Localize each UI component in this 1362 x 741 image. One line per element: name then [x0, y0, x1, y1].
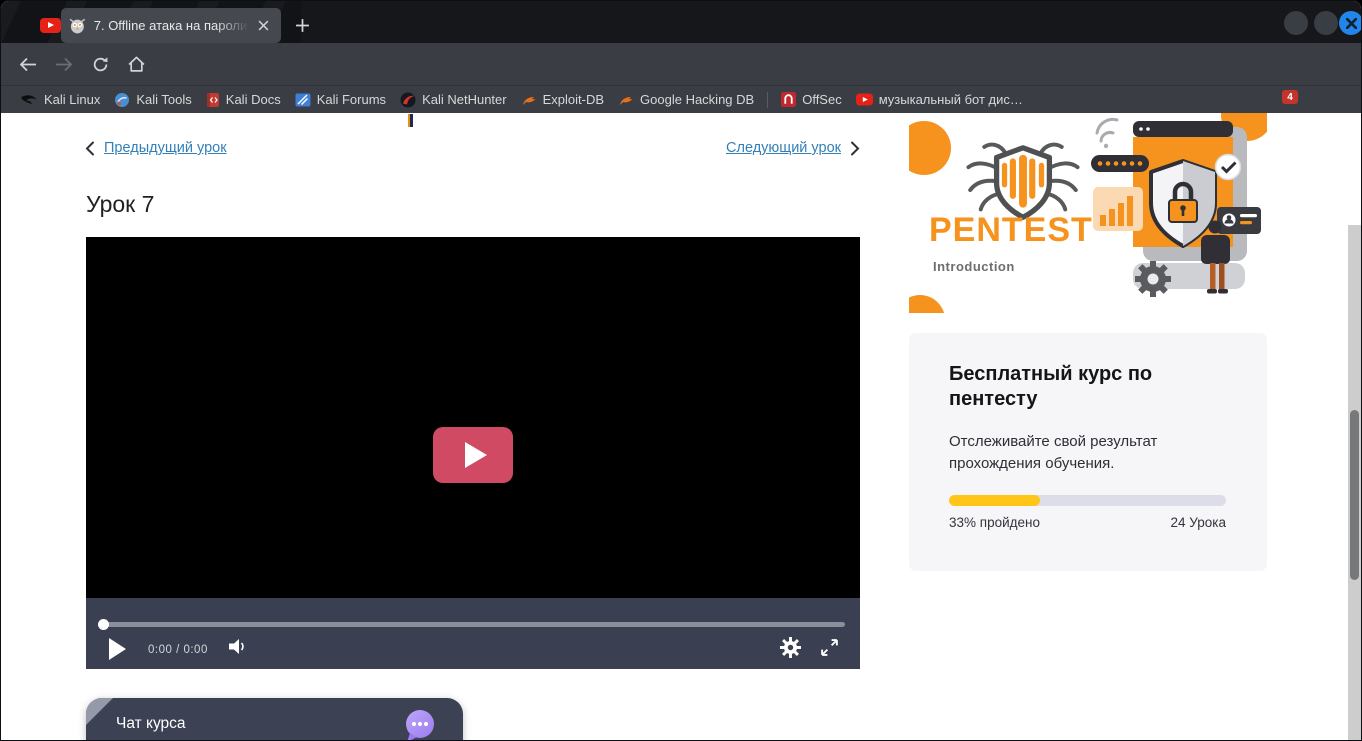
decor-circle [909, 295, 945, 313]
video-fullscreen-button[interactable] [820, 638, 839, 662]
extension-badge: 4 [1282, 90, 1298, 104]
video-big-play-button[interactable] [433, 427, 513, 483]
tab-close-button[interactable] [253, 16, 273, 36]
forward-button[interactable] [50, 50, 78, 78]
bookmark-label: Exploit-DB [543, 92, 604, 107]
course-promo-image: PENTEST Introduction [909, 113, 1267, 313]
cutoff-heading-fragment [408, 114, 413, 127]
video-play-button[interactable] [109, 638, 129, 660]
back-arrow-icon [19, 57, 37, 72]
course-card-title: Бесплатный курс по пентесту [949, 362, 1239, 412]
lessons-count-label: 24 Урока [1171, 515, 1226, 530]
bookmark-kali-docs[interactable]: Kali Docs [199, 89, 288, 111]
new-tab-button[interactable] [289, 12, 315, 38]
kali-docs-icon [206, 92, 220, 108]
ghdb-bird-icon [618, 93, 634, 107]
video-time-display: 0:00 / 0:00 [148, 644, 208, 656]
youtube-icon [856, 93, 873, 106]
bookmark-google-hacking-db[interactable]: Google Hacking DB [611, 89, 761, 110]
forward-arrow-icon [55, 57, 73, 72]
video-area[interactable] [86, 237, 860, 598]
progress-percent-label: 33% пройдено [949, 515, 1040, 530]
tab-active[interactable]: 7. Offline атака на пароли [61, 8, 281, 43]
settings-gear-icon [780, 637, 801, 658]
page-scrollbar-thumb[interactable] [1350, 410, 1359, 580]
video-seek-handle[interactable] [98, 619, 109, 630]
chevron-left-icon [85, 141, 95, 156]
volume-icon [229, 638, 249, 655]
reload-icon [92, 56, 109, 73]
next-lesson-link[interactable]: Следующий урок [726, 140, 860, 156]
previous-lesson-link[interactable]: Предыдущий урок [85, 140, 227, 156]
codeby-owl-favicon-icon [69, 17, 86, 34]
video-controls-bar: 0:00 / 0:00 [86, 598, 860, 669]
window-maximize-button[interactable] [1314, 11, 1338, 35]
kali-dragon-icon [20, 93, 38, 106]
promo-brand-title: PENTEST [929, 211, 1093, 250]
chat-title: Чат курса [116, 715, 186, 733]
security-illustration [1091, 115, 1267, 311]
video-player: 0:00 / 0:00 [86, 237, 860, 669]
bookmark-label: Kali Docs [226, 92, 281, 107]
fullscreen-icon [820, 638, 839, 657]
tab-bar: 7. Offline атака на пароли [1, 1, 1362, 43]
bookmark-kali-tools[interactable]: Kali Tools [107, 89, 198, 111]
close-icon [258, 20, 269, 31]
course-progress-card: Бесплатный курс по пентесту Отслеживайте… [909, 333, 1267, 571]
window-minimize-button[interactable] [1284, 11, 1308, 35]
promo-subtitle: Introduction [933, 259, 1015, 274]
home-icon [128, 56, 145, 72]
offsec-icon [781, 92, 796, 107]
bookmark-kali-forums[interactable]: Kali Forums [288, 89, 393, 111]
back-button[interactable] [14, 50, 42, 78]
navigation-toolbar: https://codeby.school/training/view/urok… [1, 43, 1362, 85]
bookmark-label: Kali Forums [317, 92, 386, 107]
reload-button[interactable] [86, 50, 114, 78]
bookmark-label: Kali Tools [136, 92, 191, 107]
lesson-title: Урок 7 [86, 191, 154, 218]
video-volume-button[interactable] [229, 638, 249, 660]
chevron-right-icon [850, 141, 860, 156]
video-seek-bar[interactable] [101, 622, 845, 627]
next-lesson-label: Следующий урок [726, 140, 841, 156]
kali-nethunter-icon [400, 92, 416, 108]
tab-title: 7. Offline атака на пароли [94, 18, 250, 33]
course-progress-bar [949, 495, 1226, 506]
bookmark-offsec[interactable]: OffSec [774, 89, 849, 110]
chat-corner-fold [86, 698, 113, 725]
chat-bubble-icon[interactable] [403, 709, 437, 741]
close-icon [1346, 18, 1357, 29]
bookmark-label: музыкальный бот дис… [879, 92, 1023, 107]
page-content: Предыдущий урок Следующий урок Урок 7 0:… [1, 113, 1362, 741]
bookmark-label: OffSec [802, 92, 842, 107]
exploit-db-bird-icon [521, 93, 537, 107]
page-scrollbar-track[interactable] [1348, 225, 1361, 741]
course-chat-widget[interactable]: Чат курса [86, 698, 463, 741]
bookmark-label: Kali Linux [44, 92, 100, 107]
youtube-icon [40, 18, 61, 33]
bookmark-label: Kali NetHunter [422, 92, 507, 107]
pinned-tab-youtube[interactable] [37, 16, 63, 34]
video-settings-button[interactable] [780, 637, 801, 663]
course-card-description: Отслеживайте свой результат прохождения … [949, 431, 1229, 475]
kali-forums-icon [295, 92, 311, 108]
bookmark-music-bot[interactable]: музыкальный бот дис… [849, 89, 1030, 110]
bookmark-label: Google Hacking DB [640, 92, 754, 107]
home-button[interactable] [122, 50, 150, 78]
previous-lesson-label: Предыдущий урок [104, 140, 227, 156]
bookmark-kali-linux[interactable]: Kali Linux [13, 89, 107, 110]
bookmarks-separator [767, 92, 768, 108]
course-progress-fill [949, 495, 1040, 506]
decor-circle [909, 121, 951, 175]
bookmark-exploit-db[interactable]: Exploit-DB [514, 89, 611, 110]
window-close-button[interactable] [1339, 11, 1362, 35]
bookmark-kali-nethunter[interactable]: Kali NetHunter [393, 89, 514, 111]
plus-icon [295, 18, 310, 33]
browser-window: 7. Offline атака на пароли [0, 0, 1362, 741]
kali-tools-icon [114, 92, 130, 108]
bookmarks-bar: Kali Linux Kali Tools Kali Docs Kali For… [1, 85, 1362, 113]
